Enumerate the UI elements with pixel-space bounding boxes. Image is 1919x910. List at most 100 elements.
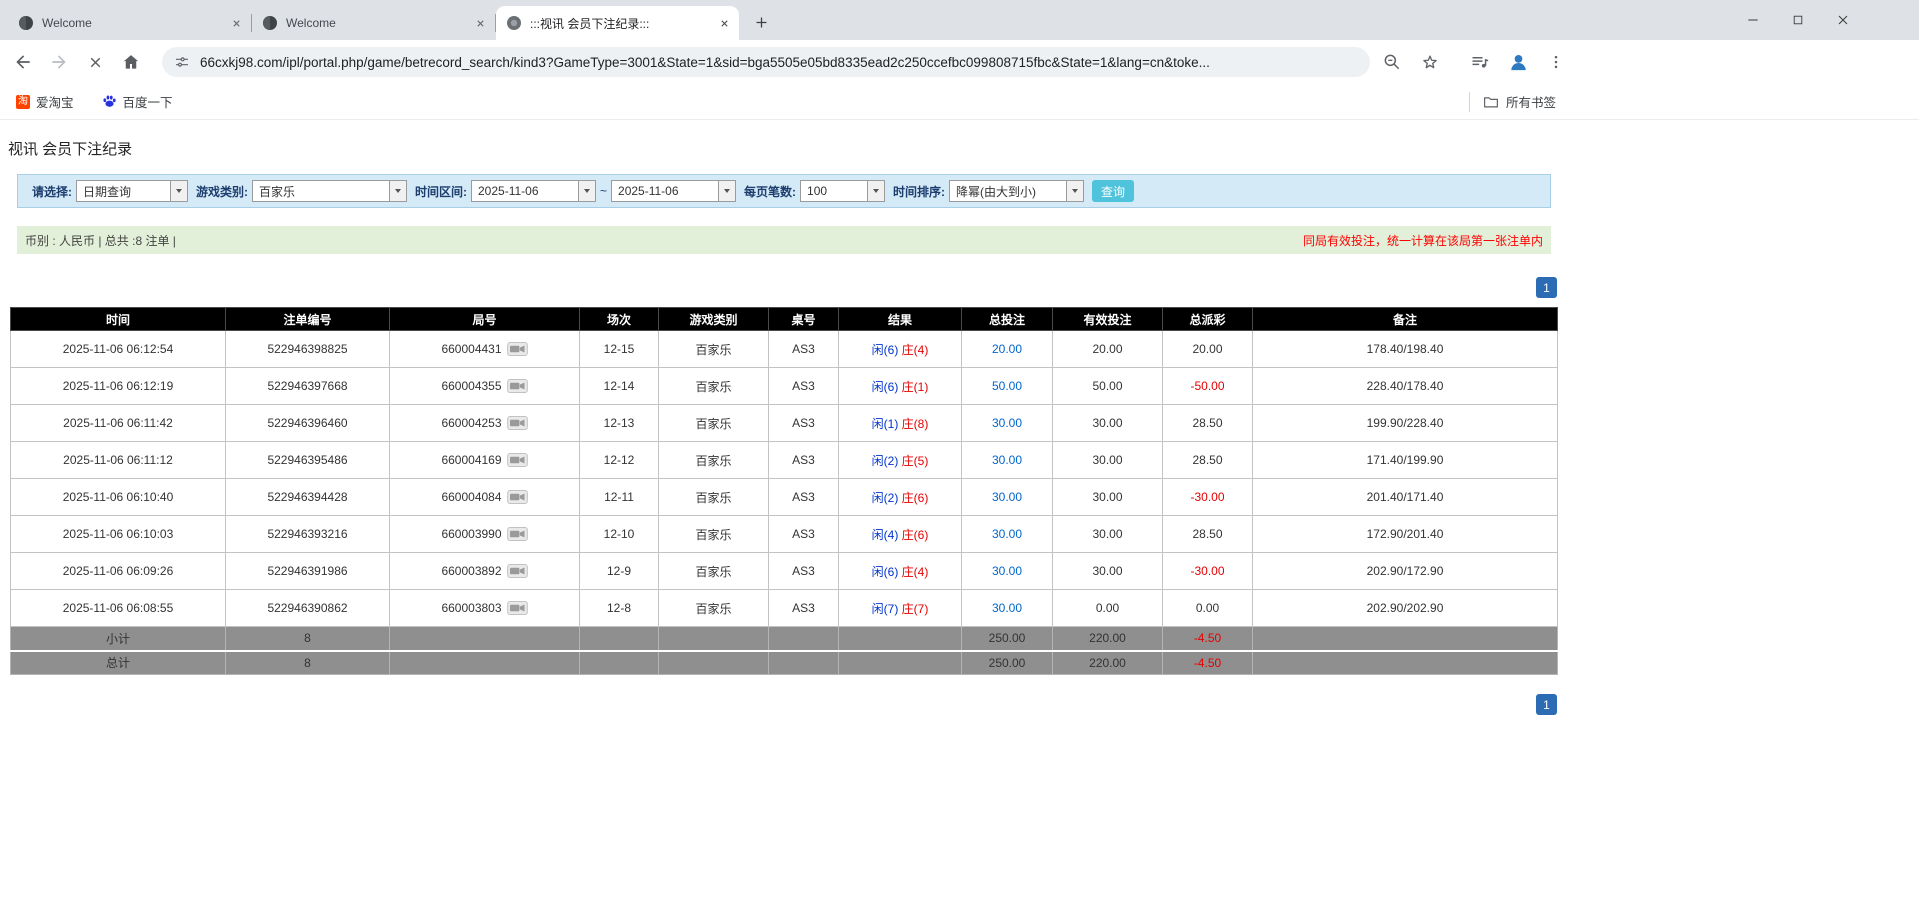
- media-controls-icon[interactable]: [1466, 48, 1494, 76]
- maximize-button[interactable]: [1775, 0, 1820, 40]
- table-row: 2025-11-06 06:10:03 522946393216 6600039…: [11, 516, 1558, 553]
- window-controls: [1730, 0, 1865, 40]
- summary-count: 8: [226, 627, 390, 651]
- cell-bet-id: 522946393216: [226, 516, 390, 553]
- video-replay-icon[interactable]: [507, 564, 528, 578]
- bookmark-aitaobao[interactable]: 淘 爱淘宝: [10, 89, 80, 114]
- filter-bar: 请选择: 日期查询 游戏类别: 百家乐 时间区间: 2025-11-06 ~ 2…: [17, 174, 1551, 208]
- url-bar[interactable]: 66cxkj98.com/ipl/portal.php/game/betreco…: [162, 47, 1370, 77]
- cell-total-bet: 30.00: [962, 553, 1053, 590]
- chevron-down-icon[interactable]: [867, 181, 884, 201]
- cell-game-type: 百家乐: [659, 590, 769, 627]
- summary-empty-cell: [580, 627, 659, 651]
- total-bet-link[interactable]: 30.00: [992, 527, 1022, 541]
- video-replay-icon[interactable]: [507, 527, 528, 541]
- summary-empty-cell: [390, 627, 580, 651]
- search-button[interactable]: 查询: [1092, 180, 1134, 202]
- video-replay-icon[interactable]: [507, 342, 528, 356]
- tab-close-icon[interactable]: [227, 14, 245, 32]
- page-size-dropdown[interactable]: 100: [800, 180, 885, 202]
- menu-kebab-icon[interactable]: [1542, 48, 1570, 76]
- cell-result: 闲(1) 庄(8): [839, 405, 962, 442]
- page-button-1[interactable]: 1: [1536, 694, 1557, 715]
- summary-empty-cell: [1253, 651, 1558, 675]
- cell-time: 2025-11-06 06:10:40: [11, 479, 226, 516]
- cell-game-type: 百家乐: [659, 442, 769, 479]
- chevron-down-icon[interactable]: [1066, 181, 1083, 201]
- date-from-picker[interactable]: 2025-11-06: [471, 180, 596, 202]
- total-bet-link[interactable]: 30.00: [992, 416, 1022, 430]
- chevron-down-icon[interactable]: [578, 181, 595, 201]
- stop-loading-icon[interactable]: [78, 45, 112, 79]
- page-button-1[interactable]: 1: [1536, 277, 1557, 298]
- total-bet-link[interactable]: 30.00: [992, 601, 1022, 615]
- table-row: 2025-11-06 06:08:55 522946390862 6600038…: [11, 590, 1558, 627]
- cell-round-id: 660004169: [390, 442, 580, 479]
- cell-total-bet: 30.00: [962, 590, 1053, 627]
- forward-icon[interactable]: [42, 45, 76, 79]
- home-icon[interactable]: [114, 45, 148, 79]
- total-bet-link[interactable]: 20.00: [992, 342, 1022, 356]
- chevron-down-icon[interactable]: [718, 181, 735, 201]
- game-type-dropdown[interactable]: 百家乐: [252, 180, 407, 202]
- total-bet-link[interactable]: 30.00: [992, 564, 1022, 578]
- cell-result: 闲(6) 庄(1): [839, 368, 962, 405]
- cell-total-bet: 30.00: [962, 479, 1053, 516]
- minimize-button[interactable]: [1730, 0, 1775, 40]
- total-bet-link[interactable]: 30.00: [992, 453, 1022, 467]
- chevron-down-icon[interactable]: [170, 181, 187, 201]
- round-id: 660004355: [441, 379, 501, 393]
- video-replay-icon[interactable]: [507, 601, 528, 615]
- profile-avatar-icon[interactable]: [1504, 48, 1532, 76]
- total-bet-link[interactable]: 30.00: [992, 490, 1022, 504]
- result-player: 闲(2): [872, 454, 899, 468]
- cell-remark: 199.90/228.40: [1253, 405, 1558, 442]
- result-banker: 庄(1): [902, 380, 929, 394]
- cell-game-type: 百家乐: [659, 516, 769, 553]
- video-replay-icon[interactable]: [507, 379, 528, 393]
- cell-total-bet: 50.00: [962, 368, 1053, 405]
- site-controls-icon[interactable]: [174, 54, 190, 70]
- video-replay-icon[interactable]: [507, 490, 528, 504]
- back-icon[interactable]: [6, 45, 40, 79]
- column-header: 局号: [390, 308, 580, 331]
- cell-result: 闲(4) 庄(6): [839, 516, 962, 553]
- payout-value: 20.00: [1192, 342, 1222, 356]
- cell-bet-id: 522946394428: [226, 479, 390, 516]
- result-player: 闲(2): [872, 491, 899, 505]
- all-bookmarks[interactable]: 所有书签: [1469, 92, 1556, 112]
- cell-valid-bet: 30.00: [1053, 405, 1163, 442]
- tab-bet-records[interactable]: :::视讯 会员下注纪录:::: [496, 6, 739, 40]
- chevron-down-icon[interactable]: [389, 181, 406, 201]
- table-row: 2025-11-06 06:12:19 522946397668 6600043…: [11, 368, 1558, 405]
- new-tab-button[interactable]: [747, 8, 775, 36]
- bookmark-star-icon[interactable]: [1416, 48, 1444, 76]
- url-text[interactable]: 66cxkj98.com/ipl/portal.php/game/betreco…: [200, 55, 1210, 70]
- zoom-icon[interactable]: [1378, 48, 1406, 76]
- tab-welcome-2[interactable]: Welcome: [252, 6, 495, 40]
- cell-round-id: 660003892: [390, 553, 580, 590]
- cell-payout: 28.50: [1163, 442, 1253, 479]
- tab-welcome-1[interactable]: Welcome: [8, 6, 251, 40]
- summary-valid-bet: 220.00: [1053, 627, 1163, 651]
- tab-close-icon[interactable]: [715, 14, 733, 32]
- cell-valid-bet: 30.00: [1053, 516, 1163, 553]
- cell-session: 12-10: [580, 516, 659, 553]
- tab-close-icon[interactable]: [471, 14, 489, 32]
- video-replay-icon[interactable]: [507, 453, 528, 467]
- date-to-picker[interactable]: 2025-11-06: [611, 180, 736, 202]
- bookmark-baidu[interactable]: 百度一下: [96, 89, 179, 114]
- close-button[interactable]: [1820, 0, 1865, 40]
- sort-order-dropdown[interactable]: 降幂(由大到小): [949, 180, 1084, 202]
- toolbar-right: [1378, 48, 1570, 76]
- cell-table-id: AS3: [769, 442, 839, 479]
- video-replay-icon[interactable]: [507, 416, 528, 430]
- table-row: 2025-11-06 06:10:40 522946394428 6600040…: [11, 479, 1558, 516]
- summary-empty-cell: [769, 651, 839, 675]
- cell-session: 12-9: [580, 553, 659, 590]
- total-bet-link[interactable]: 50.00: [992, 379, 1022, 393]
- round-id: 660003803: [441, 601, 501, 615]
- cell-table-id: AS3: [769, 516, 839, 553]
- query-type-dropdown[interactable]: 日期查询: [76, 180, 188, 202]
- summary-empty-cell: [839, 651, 962, 675]
